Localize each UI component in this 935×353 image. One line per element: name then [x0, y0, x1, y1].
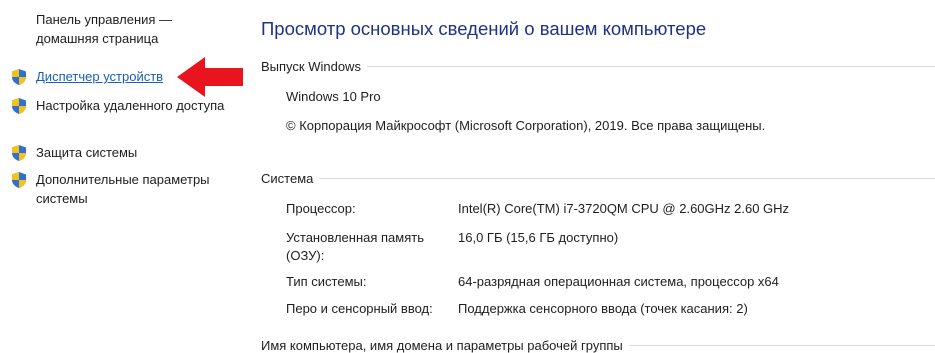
windows-edition-value: Windows 10 Pro [286, 89, 381, 104]
memory-label: Установленная память (ОЗУ): [286, 230, 424, 263]
system-type-label: Тип системы: [286, 274, 367, 289]
computer-name-section-header: Имя компьютера, имя домена и параметры р… [261, 338, 935, 353]
control-panel-home-link[interactable]: Панель управления — домашняя страница [36, 10, 226, 48]
copyright-text: © Корпорация Майкрософт (Microsoft Corpo… [286, 118, 766, 133]
system-type-value: 64-разрядная операционная система, проце… [458, 274, 779, 289]
uac-shield-icon [12, 145, 26, 161]
page-title: Просмотр основных сведений о вашем компь… [261, 18, 707, 39]
pen-touch-value: Поддержка сенсорного ввода (точек касани… [458, 301, 748, 316]
sidebar-item-system-protection[interactable]: Защита системы [10, 143, 226, 162]
sidebar-item-label: Дополнительные параметры системы [36, 172, 210, 206]
sidebar-item-label: Защита системы [36, 145, 138, 160]
main-content: Просмотр основных сведений о вашем компь… [261, 0, 935, 353]
system-section-header: Система [261, 171, 935, 186]
section-title: Выпуск Windows [261, 59, 361, 74]
divider [628, 345, 935, 346]
pen-touch-label: Перо и сенсорный ввод: [286, 301, 433, 316]
uac-shield-icon [12, 69, 26, 85]
sidebar: Панель управления — домашняя страница Ди… [0, 0, 240, 353]
red-arrow-annotation-icon [177, 57, 243, 97]
sidebar-item-advanced-settings[interactable]: Дополнительные параметры системы [10, 170, 226, 208]
uac-shield-icon [12, 172, 26, 188]
uac-shield-icon [12, 98, 26, 114]
memory-value: 16,0 ГБ (15,6 ГБ доступно) [458, 230, 619, 245]
section-title: Система [261, 171, 314, 186]
processor-label: Процессор: [286, 201, 356, 216]
section-title: Имя компьютера, имя домена и параметры р… [261, 338, 623, 353]
divider [319, 178, 935, 179]
divider [366, 66, 935, 67]
processor-value: Intel(R) Core(TM) i7-3720QM CPU @ 2.60GH… [458, 201, 790, 216]
windows-edition-section-header: Выпуск Windows [261, 59, 935, 74]
